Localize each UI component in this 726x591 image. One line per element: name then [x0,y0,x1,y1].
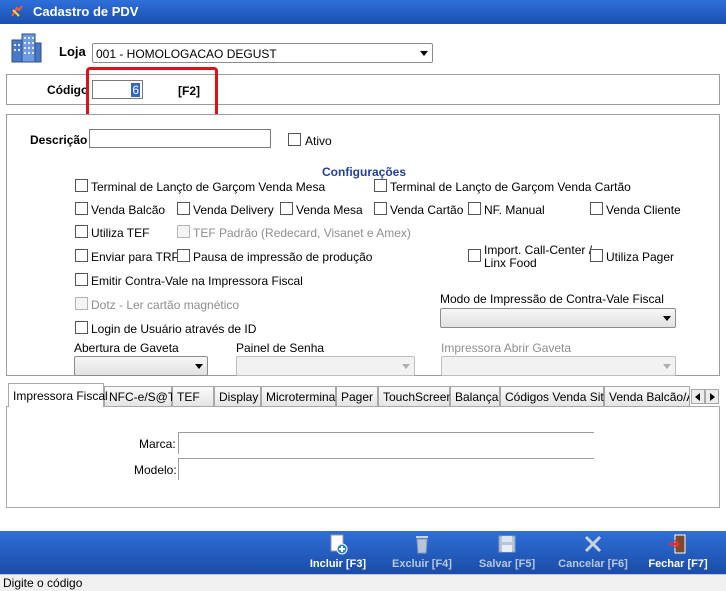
save-disk-icon [498,535,516,553]
ativo-checkbox[interactable] [288,133,301,146]
loja-label: Loja [59,44,86,59]
login-usuario-label: Login de Usuário através de ID [91,322,257,336]
config-group [6,114,720,376]
venda-cartao-checkbox[interactable] [374,202,387,215]
tef-padrao-label: TEF Padrão (Redecard, Visanet e Amex) [193,226,411,240]
loja-value: 001 - HOMOLOGACAO DEGUST [96,47,277,61]
pausa-impressao-label: Pausa de impressão de produção [193,250,373,264]
venda-cliente-label: Venda Cliente [606,203,681,217]
chevron-down-icon [402,364,410,369]
venda-delivery-checkbox[interactable] [177,202,190,215]
marca-label: Marca: [139,437,176,451]
descricao-input[interactable] [89,129,271,148]
tab-display[interactable]: Display [214,386,261,406]
nf-manual-label: NF. Manual [484,203,545,217]
import-call-center-label: Import. Call-Center / [484,243,593,257]
cancelar-label: Cancelar [F6] [558,558,628,570]
tab-pager[interactable]: Pager [336,386,378,406]
venda-balcao-label: Venda Balcão [91,203,166,217]
incluir-button[interactable]: Incluir [F3] [298,531,378,574]
descricao-label: Descrição [30,133,88,147]
app-icon [11,5,23,17]
incluir-label: Incluir [F3] [309,558,367,570]
fechar-label: Fechar [F7] [648,558,708,570]
chevron-down-icon [195,364,203,369]
venda-mesa-label: Venda Mesa [296,203,363,217]
title-bar: Cadastro de PDV [0,0,726,24]
tab-scroll-right-button[interactable] [705,389,719,404]
terminal-cartao-checkbox[interactable] [374,179,387,192]
login-usuario-checkbox[interactable] [75,321,88,334]
marca-field[interactable] [178,432,594,454]
venda-mesa-checkbox[interactable] [280,202,293,215]
excluir-label: Excluir [F4] [392,558,452,570]
modelo-field[interactable] [178,458,594,480]
enviar-trp-label: Enviar para TRP [91,250,180,264]
cancelar-button[interactable]: Cancelar [F6] [552,531,634,574]
modelo-label: Modelo: [134,463,177,477]
modo-impressao-select[interactable] [440,308,676,328]
excluir-button[interactable]: Excluir [F4] [383,531,461,574]
chevron-down-icon [663,364,671,369]
window-title: Cadastro de PDV [33,4,139,19]
action-toolbar: Incluir [F3] Excluir [F4] Salvar [F5] Ca… [0,531,726,574]
import-call-center-label-2: Linx Food [484,256,537,270]
store-building-icon [11,33,42,63]
codigo-label: Código [47,83,89,97]
configuracoes-title: Configurações [322,165,407,179]
terminal-mesa-label: Terminal de Lançto de Garçom Venda Mesa [91,180,326,194]
loja-select[interactable]: 001 - HOMOLOGACAO DEGUST [92,43,433,63]
venda-cliente-checkbox[interactable] [590,202,603,215]
utiliza-pager-label: Utiliza Pager [606,250,675,264]
tef-padrao-checkbox[interactable] [177,225,190,238]
venda-balcao-checkbox[interactable] [75,202,88,215]
enviar-trp-checkbox[interactable] [75,249,88,262]
salvar-label: Salvar [F5] [478,558,536,570]
dotz-label: Dotz - Ler cartão magnético [91,298,240,312]
tab-microterminal[interactable]: Microterminal [261,386,338,406]
painel-senha-select[interactable] [236,356,415,376]
tab-venda-balcao[interactable]: Venda Balcão/Au [604,386,690,406]
add-document-icon [330,534,348,555]
abertura-gaveta-label: Abertura de Gaveta [74,341,179,355]
terminal-mesa-checkbox[interactable] [75,179,88,192]
trash-icon [416,536,428,554]
import-call-center-checkbox[interactable] [468,249,481,262]
emitir-contra-vale-checkbox[interactable] [75,273,88,286]
utiliza-tef-checkbox[interactable] [75,225,88,238]
status-text: Digite o código [3,576,83,590]
tab-nfce-sat[interactable]: NFC-e/S@T [104,386,175,406]
venda-delivery-label: Venda Delivery [193,203,274,217]
modo-impressao-label: Modo de Impressão de Contra-Vale Fiscal [440,292,664,306]
ativo-label: Ativo [305,134,332,148]
close-icon [584,535,602,553]
impressora-abrir-gaveta-label: Impressora Abrir Gaveta [441,341,572,355]
tab-balanca[interactable]: Balança [450,386,500,406]
salvar-button[interactable]: Salvar [F5] [468,531,546,574]
tab-codigos-venda-site[interactable]: Códigos Venda Site [500,386,610,406]
painel-senha-label: Painel de Senha [236,341,325,355]
abertura-gaveta-select[interactable] [74,356,208,376]
chevron-down-icon [420,51,428,56]
tab-panel [6,406,720,508]
exit-door-icon [669,534,686,554]
terminal-cartao-label: Terminal de Lançto de Garçom Venda Cartã… [390,180,631,194]
fechar-button[interactable]: Fechar [F7] [640,531,716,574]
tab-scroll-left-button[interactable] [691,389,705,404]
nf-manual-checkbox[interactable] [468,202,481,215]
chevron-down-icon [663,316,671,321]
pausa-impressao-checkbox[interactable] [177,249,190,262]
status-bar: Digite o código [0,574,726,591]
chevron-left-icon [695,393,700,401]
tab-touchscreen[interactable]: TouchScreen [378,386,453,406]
utiliza-tef-label: Utiliza TEF [91,226,150,240]
chevron-right-icon [710,393,715,401]
tab-impressora-fiscal[interactable]: Impressora Fiscal [8,383,108,407]
emitir-contra-vale-label: Emitir Contra-Vale na Impressora Fiscal [91,274,303,288]
impressora-abrir-gaveta-select[interactable] [441,356,676,376]
tab-tef[interactable]: TEF [172,386,214,406]
utiliza-pager-checkbox[interactable] [590,249,603,262]
venda-cartao-label: Venda Cartão [390,203,464,217]
dotz-checkbox[interactable] [75,297,88,310]
